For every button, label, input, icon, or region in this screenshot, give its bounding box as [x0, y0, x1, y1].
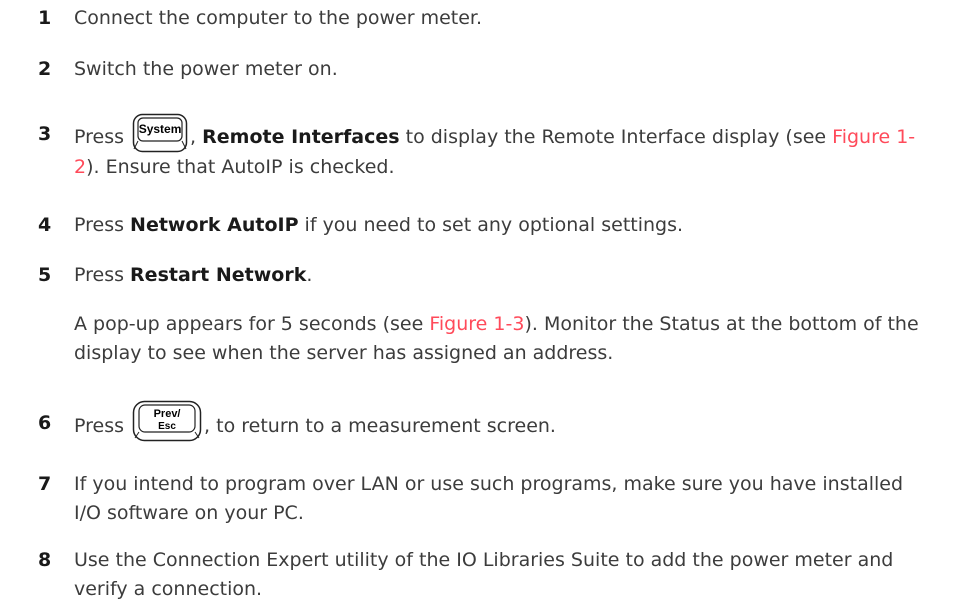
step-text: Switch the power meter on. — [74, 58, 338, 80]
step-text: Use the Connection Expert utility of the… — [74, 549, 894, 600]
step-5: 5 Press Restart Network. — [38, 261, 928, 290]
esc-key-label: Esc — [158, 421, 176, 432]
prev-key-label: Prev/ — [153, 408, 181, 420]
step-text: Press System, Remote Interfaces to displ… — [74, 113, 928, 182]
step-text: Connect the computer to the power meter. — [74, 7, 483, 29]
popup-note: A pop-up appears for 5 seconds (see Figu… — [74, 313, 919, 364]
step-number: 8 — [38, 549, 52, 571]
figure-1-3-link[interactable]: Figure 1-3 — [429, 313, 524, 335]
system-key-label: System — [138, 122, 182, 136]
restart-network-label: Restart Network — [130, 264, 307, 286]
step-text: Press Network AutoIP if you need to set … — [74, 214, 684, 236]
step-text: If you intend to program over LAN or use… — [74, 473, 904, 524]
step-2: 2 Switch the power meter on. — [38, 55, 928, 84]
step-text: Press Prev/Esc, to return to a measureme… — [74, 400, 928, 442]
step-4: 4 Press Network AutoIP if you need to se… — [38, 211, 928, 240]
step-3: 3 Press System, Remote Interfaces to dis… — [38, 113, 928, 182]
network-autoip-label: Network AutoIP — [130, 214, 299, 236]
step-number: 2 — [38, 58, 52, 80]
step-number: 4 — [38, 214, 52, 236]
prev-esc-key: Prev/Esc — [132, 400, 202, 442]
step-number: 7 — [38, 473, 52, 495]
step-number: 6 — [38, 412, 52, 434]
step-8: 8 Use the Connection Expert utility of t… — [38, 546, 928, 604]
step-number: 1 — [38, 7, 52, 29]
step-1: 1 Connect the computer to the power mete… — [38, 4, 928, 33]
step-text: Press Restart Network. — [74, 264, 313, 286]
remote-interfaces-label: Remote Interfaces — [202, 126, 400, 148]
system-key: System — [132, 113, 188, 153]
step-7: 7 If you intend to program over LAN or u… — [38, 470, 928, 528]
step-number: 3 — [38, 123, 52, 145]
step-number: 5 — [38, 264, 52, 286]
step-6: 6 Press Prev/Esc, to return to a measure… — [38, 400, 928, 442]
